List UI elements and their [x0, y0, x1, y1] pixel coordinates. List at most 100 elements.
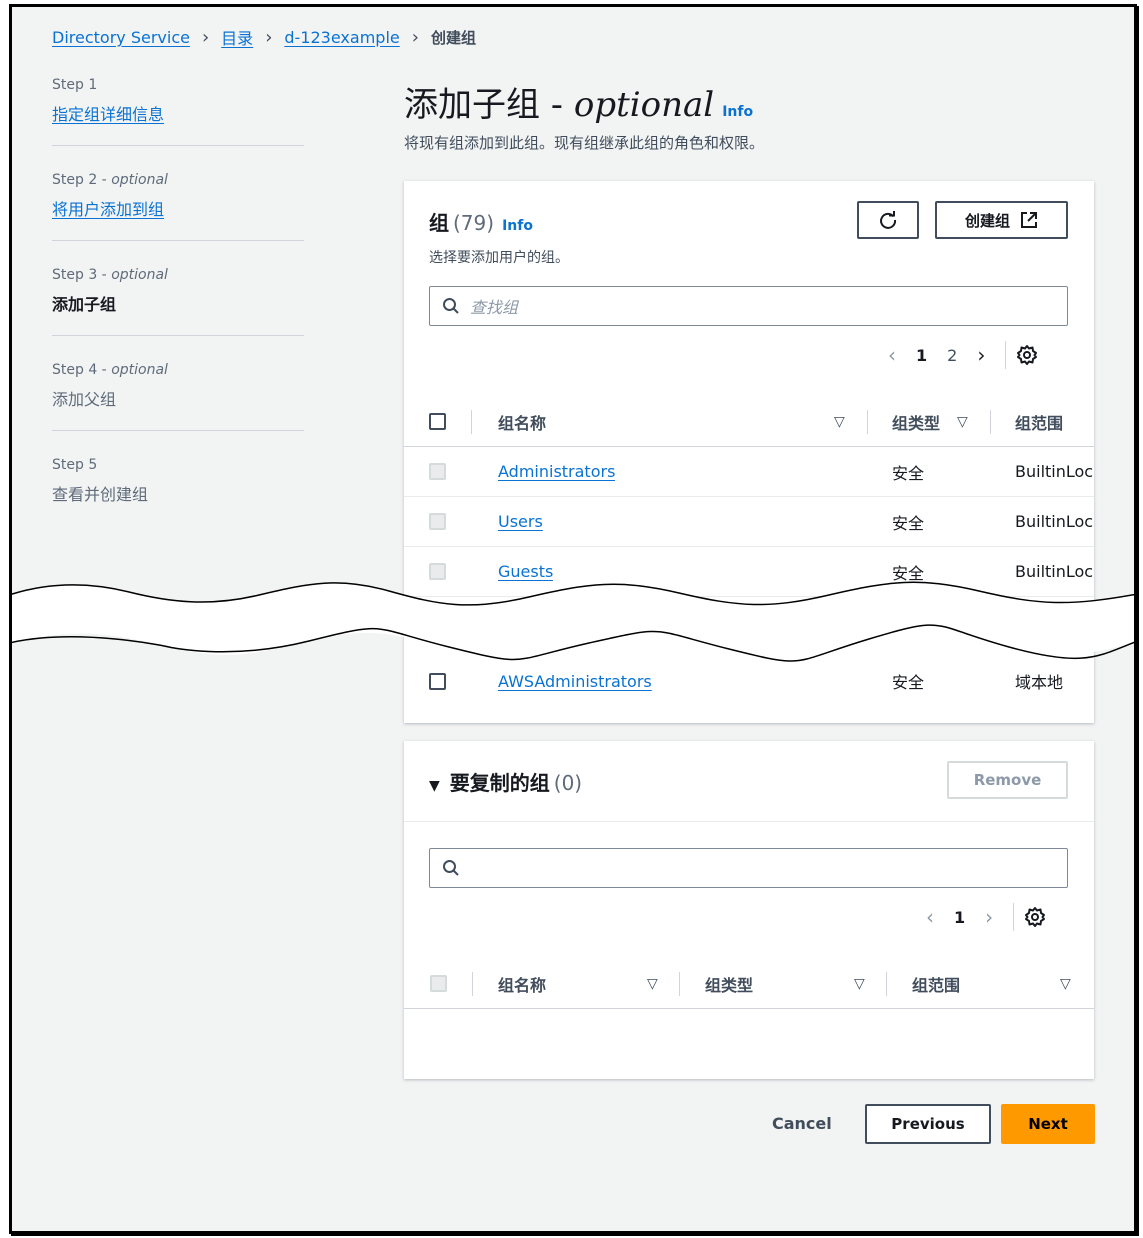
divider [404, 821, 1094, 822]
chevron-left-icon[interactable]: ‹ [926, 905, 934, 929]
group-name-link[interactable]: AWSAdministrators [498, 672, 652, 691]
row-checkbox-disabled [429, 463, 446, 480]
group-count: (79) [453, 211, 495, 235]
breadcrumb-directory-service[interactable]: Directory Service [52, 28, 190, 47]
chevron-right-icon: › [411, 26, 419, 48]
copy-count: (0) [553, 771, 583, 795]
select-all-checkbox-disabled [430, 975, 447, 992]
chevron-right-icon: › [201, 26, 210, 48]
groups-panel-subtitle: 选择要添加用户的组。 [429, 250, 569, 266]
column-header-type[interactable]: 组类型 [705, 972, 753, 996]
breadcrumb-current: 创建组 [430, 28, 476, 47]
page-description: 将现有组添加到此组。现有组继承此组的角色和权限。 [404, 134, 765, 152]
step-add-parent-groups: 添加父组 [52, 390, 117, 409]
column-header-name[interactable]: 组名称 [498, 410, 546, 434]
group-scope: 域本地 [1015, 673, 1064, 692]
column-divider [471, 409, 472, 434]
step-link-specify-details[interactable]: 指定组详细信息 [52, 105, 164, 124]
column-header-scope[interactable]: 组范围 [1015, 410, 1063, 434]
pagination: ‹ 1 › [916, 903, 1046, 931]
column-header-scope[interactable]: 组范围 [912, 972, 960, 996]
chevron-left-icon[interactable]: ‹ [888, 343, 896, 367]
page-1[interactable]: 1 [954, 908, 965, 927]
step-number: Step 2 - optional [52, 172, 168, 188]
search-icon [443, 298, 459, 314]
groups-table: 组名称 ▽ 组类型 ▽ 组范围 Administrators 安全 Builti… [404, 397, 1094, 597]
step-link-add-users[interactable]: 将用户添加到组 [52, 200, 164, 219]
previous-button[interactable]: Previous [865, 1104, 991, 1144]
group-scope: BuiltinLocal [1015, 512, 1094, 531]
search-placeholder: 查找组 [470, 298, 519, 317]
create-group-label: 创建组 [964, 211, 1010, 230]
sort-caret-icon[interactable]: ▽ [957, 414, 968, 430]
sort-caret-icon[interactable]: ▽ [854, 976, 865, 992]
info-link[interactable]: Info [502, 218, 533, 234]
remove-button[interactable]: Remove [947, 761, 1068, 799]
groups-to-copy-panel: ▼ 要复制的组 (0) Remove ‹ 1 › 组名称 ▽ 组类型 ▽ 组范围… [404, 741, 1094, 1079]
step-number: Step 5 [52, 457, 98, 473]
column-divider [990, 409, 991, 434]
column-header-name[interactable]: 组名称 [498, 972, 546, 996]
step-number: Step 3 - optional [52, 267, 168, 283]
sort-caret-icon[interactable]: ▽ [834, 414, 845, 430]
group-scope: BuiltinLocal [1015, 462, 1094, 481]
table-header: 组名称 ▽ 组类型 ▽ 组范围 ▽ [404, 959, 1094, 1009]
torn-edge-divider [12, 581, 1134, 662]
column-divider [886, 971, 887, 996]
divider [1005, 341, 1007, 369]
table-header: 组名称 ▽ 组类型 ▽ 组范围 [404, 397, 1094, 447]
column-divider [867, 409, 868, 434]
pagination: ‹ 1 2 › [878, 341, 1038, 369]
external-link-icon [1021, 212, 1037, 228]
next-button[interactable]: Next [1001, 1104, 1095, 1144]
step-review-create: 查看并创建组 [52, 485, 149, 504]
settings-gear-icon[interactable] [1016, 344, 1038, 366]
chevron-right-icon: › [265, 26, 273, 48]
step-3: Step 3 - optional 添加子组 [52, 267, 304, 336]
create-group-button[interactable]: 创建组 [935, 201, 1068, 239]
group-type: 安全 [892, 513, 925, 533]
copy-search-input[interactable] [429, 848, 1068, 888]
group-type: 安全 [892, 673, 925, 692]
step-current-add-child-groups: 添加子组 [52, 295, 117, 314]
breadcrumb-directory-id[interactable]: d-123example [284, 28, 399, 47]
group-name-link[interactable]: Administrators [498, 462, 615, 481]
chevron-right-icon[interactable]: › [985, 905, 993, 929]
column-header-type[interactable]: 组类型 [892, 410, 940, 434]
groups-to-copy-title[interactable]: ▼ 要复制的组 (0) [429, 767, 582, 796]
app-frame: Directory Service › 目录 › d-123example › … [9, 4, 1137, 1234]
groups-to-copy-table: 组名称 ▽ 组类型 ▽ 组范围 ▽ [404, 959, 1094, 1009]
step-number: Step 1 [52, 77, 98, 93]
chevron-right-icon[interactable]: › [977, 343, 985, 367]
step-4: Step 4 - optional 添加父组 [52, 362, 304, 431]
settings-gear-icon[interactable] [1024, 906, 1046, 928]
group-type: 安全 [892, 463, 925, 483]
refresh-icon [880, 211, 897, 229]
page-title: 添加子组 - optional Info [404, 85, 754, 125]
wizard-steps: Step 1 指定组详细信息 Step 2 - optional 将用户添加到组… [52, 77, 304, 551]
page-1[interactable]: 1 [916, 346, 927, 365]
search-icon [443, 860, 459, 876]
groups-panel-title: 组 (79) Info [429, 211, 533, 235]
divider [1013, 903, 1015, 931]
sort-caret-icon[interactable]: ▽ [647, 976, 658, 992]
breadcrumb-directory[interactable]: 目录 [221, 25, 253, 49]
info-link[interactable]: Info [722, 104, 753, 120]
step-1: Step 1 指定组详细信息 [52, 77, 304, 146]
table-row: Administrators 安全 BuiltinLocal [404, 447, 1094, 497]
group-name-link[interactable]: Users [498, 512, 543, 531]
page-2[interactable]: 2 [947, 346, 957, 365]
step-2: Step 2 - optional 将用户添加到组 [52, 172, 304, 241]
select-all-checkbox[interactable] [429, 413, 446, 430]
row-checkbox[interactable] [429, 672, 446, 690]
cancel-button[interactable]: Cancel [772, 1114, 832, 1133]
sort-caret-icon[interactable]: ▽ [1060, 976, 1071, 992]
refresh-button[interactable] [857, 201, 919, 239]
step-number: Step 4 - optional [52, 362, 168, 378]
row-checkbox-disabled [429, 513, 446, 530]
step-5: Step 5 查看并创建组 [52, 457, 304, 525]
find-groups-search-input[interactable]: 查找组 [429, 286, 1068, 326]
column-divider [472, 971, 473, 996]
caret-down-icon[interactable]: ▼ [429, 778, 440, 794]
table-row: Users 安全 BuiltinLocal [404, 497, 1094, 547]
